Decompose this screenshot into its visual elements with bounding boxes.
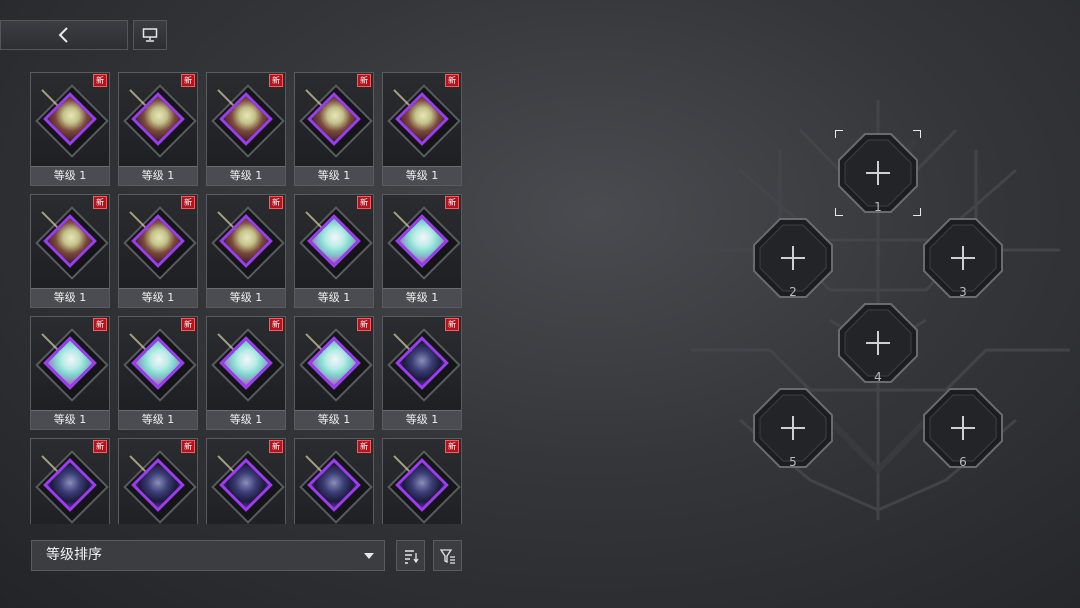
filter-button[interactable] [433,540,462,571]
character-card[interactable]: 新等级 1 [30,72,110,186]
character-card[interactable]: 新等级 1 [118,72,198,186]
character-card[interactable]: 新等级 1 [294,316,374,430]
new-badge: 新 [93,318,107,331]
new-badge: 新 [181,440,195,453]
new-badge: 新 [181,74,195,87]
new-badge: 新 [445,318,459,331]
level-label: 等级 1 [31,166,109,185]
level-label: 等级 1 [119,410,197,429]
monitor-icon [142,28,158,42]
character-card[interactable]: 新等级 1 [206,316,286,430]
level-label: 等级 1 [295,288,373,307]
new-badge: 新 [445,74,459,87]
back-button[interactable] [0,20,128,50]
new-badge: 新 [445,196,459,209]
slot-number: 1 [874,200,882,214]
display-button[interactable] [133,20,167,50]
new-badge: 新 [357,440,371,453]
level-label: 等级 1 [207,410,285,429]
character-card[interactable]: 新 [118,438,198,524]
new-badge: 新 [357,74,371,87]
chevron-left-icon [58,27,68,43]
character-card[interactable]: 新 [294,438,374,524]
character-card[interactable]: 新等级 1 [382,316,462,430]
team-slot-3[interactable]: 3 [920,215,1006,301]
new-badge: 新 [445,440,459,453]
team-slot-2[interactable]: 2 [750,215,836,301]
character-card[interactable]: 新等级 1 [294,72,374,186]
sort-dropdown-label: 等级排序 [46,547,102,563]
new-badge: 新 [93,74,107,87]
level-label: 等级 1 [207,166,285,185]
character-card[interactable]: 新等级 1 [206,72,286,186]
chevron-down-icon [364,553,374,559]
character-card[interactable]: 新等级 1 [382,72,462,186]
new-badge: 新 [93,440,107,453]
level-label: 等级 1 [295,410,373,429]
filter-icon [439,548,455,564]
new-badge: 新 [181,196,195,209]
sort-order-button[interactable] [396,540,425,571]
character-card[interactable]: 新 [206,438,286,524]
character-card[interactable]: 新等级 1 [294,194,374,308]
level-label: 等级 1 [119,288,197,307]
team-slot-4[interactable]: 4 [835,300,921,386]
level-label: 等级 1 [31,288,109,307]
level-label: 等级 1 [383,288,461,307]
team-slot-5[interactable]: 5 [750,385,836,471]
level-label: 等级 1 [383,410,461,429]
slot-number: 3 [959,285,967,299]
level-label: 等级 1 [31,410,109,429]
sort-dropdown[interactable]: 等级排序 [31,540,385,571]
character-card[interactable]: 新等级 1 [206,194,286,308]
character-card[interactable]: 新 [382,438,462,524]
new-badge: 新 [357,318,371,331]
character-card[interactable]: 新等级 1 [382,194,462,308]
character-card[interactable]: 新等级 1 [30,194,110,308]
new-badge: 新 [269,196,283,209]
character-card[interactable]: 新等级 1 [30,316,110,430]
new-badge: 新 [93,196,107,209]
level-label: 等级 1 [383,166,461,185]
level-label: 等级 1 [119,166,197,185]
level-label: 等级 1 [207,288,285,307]
slot-number: 2 [789,285,797,299]
character-card[interactable]: 新等级 1 [118,316,198,430]
team-slot-1[interactable]: 1 [834,129,922,217]
new-badge: 新 [357,196,371,209]
sort-order-icon [404,549,419,564]
slot-number: 6 [959,455,967,469]
character-grid: 新等级 1 新等级 1 新等级 1 新等级 1 新等级 1 新等级 1 新等级 1 新等级 1… [30,72,466,524]
slot-number: 4 [874,370,882,384]
new-badge: 新 [269,318,283,331]
character-card[interactable]: 新 [30,438,110,524]
team-slot-6[interactable]: 6 [920,385,1006,471]
new-badge: 新 [269,440,283,453]
new-badge: 新 [269,74,283,87]
character-card[interactable]: 新等级 1 [118,194,198,308]
level-label: 等级 1 [295,166,373,185]
new-badge: 新 [181,318,195,331]
slot-number: 5 [789,455,797,469]
